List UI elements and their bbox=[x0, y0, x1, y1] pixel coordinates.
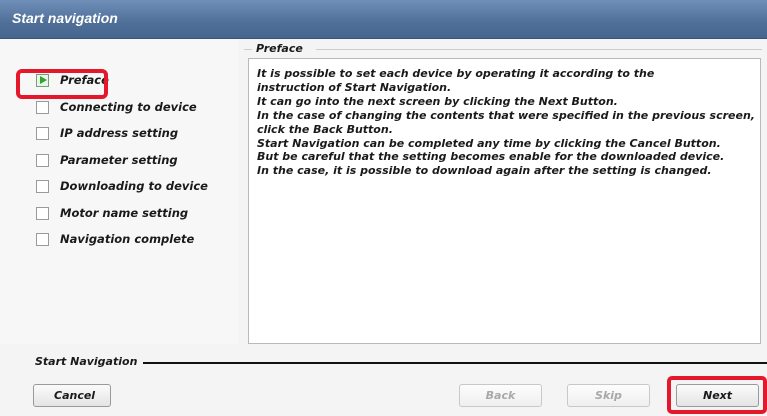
sidebar-item-label: Motor name setting bbox=[60, 206, 189, 220]
group-divider bbox=[316, 49, 762, 50]
step-checkbox-icon bbox=[36, 153, 49, 167]
preface-group-title: Preface bbox=[256, 42, 303, 55]
title-bar: Start navigation bbox=[0, 0, 767, 39]
back-button[interactable]: Back bbox=[459, 384, 542, 407]
start-navigation-window: Start navigation Preface Connecting to d… bbox=[0, 0, 767, 416]
step-checkbox-icon bbox=[36, 179, 49, 193]
group-divider bbox=[244, 49, 252, 50]
step-checkbox-icon bbox=[36, 100, 49, 114]
sidebar-item-label: Connecting to device bbox=[60, 100, 197, 114]
sidebar-item-connecting-to-device[interactable]: Connecting to device bbox=[22, 96, 222, 118]
footer-divider bbox=[143, 362, 767, 364]
sidebar-item-navigation-complete[interactable]: Navigation complete bbox=[22, 228, 222, 250]
sidebar-item-label: Downloading to device bbox=[60, 179, 208, 193]
preface-text-line: It is possible to set each device by ope… bbox=[257, 67, 655, 80]
preface-text-line: instruction of Start Navigation. bbox=[257, 80, 452, 94]
preface-text-area: It is possible to set each device by ope… bbox=[248, 58, 761, 344]
sidebar-item-ip-address-setting[interactable]: IP address setting bbox=[22, 122, 222, 144]
sidebar-item-label: Parameter setting bbox=[60, 153, 178, 167]
step-checkbox-icon bbox=[36, 206, 49, 220]
preface-highlight-box bbox=[16, 69, 108, 99]
preface-text-line: click the Back Button. bbox=[257, 122, 393, 136]
step-checkbox-icon bbox=[36, 126, 49, 140]
step-checkbox-icon bbox=[36, 232, 49, 246]
sidebar-item-downloading-to-device[interactable]: Downloading to device bbox=[22, 175, 222, 197]
cancel-button[interactable]: Cancel bbox=[33, 384, 111, 407]
sidebar-item-parameter-setting[interactable]: Parameter setting bbox=[22, 149, 222, 171]
skip-button[interactable]: Skip bbox=[567, 384, 650, 407]
sidebar-item-label: Navigation complete bbox=[60, 232, 195, 246]
sidebar-item-motor-name-setting[interactable]: Motor name setting bbox=[22, 202, 222, 224]
preface-text-line: In the case, it is possible to download … bbox=[257, 164, 712, 178]
footer-label: Start Navigation bbox=[35, 355, 138, 368]
preface-text-line: It can go into the next screen by clicki… bbox=[257, 94, 618, 108]
preface-text-line: But be careful that the setting becomes … bbox=[257, 150, 725, 164]
preface-text-line: Start Navigation can be completed any ti… bbox=[257, 136, 721, 150]
next-button[interactable]: Next bbox=[676, 384, 759, 407]
sidebar-item-label: IP address setting bbox=[60, 126, 179, 140]
preface-text-line: In the case of changing the contents tha… bbox=[257, 108, 755, 122]
window-title: Start navigation bbox=[12, 10, 118, 26]
